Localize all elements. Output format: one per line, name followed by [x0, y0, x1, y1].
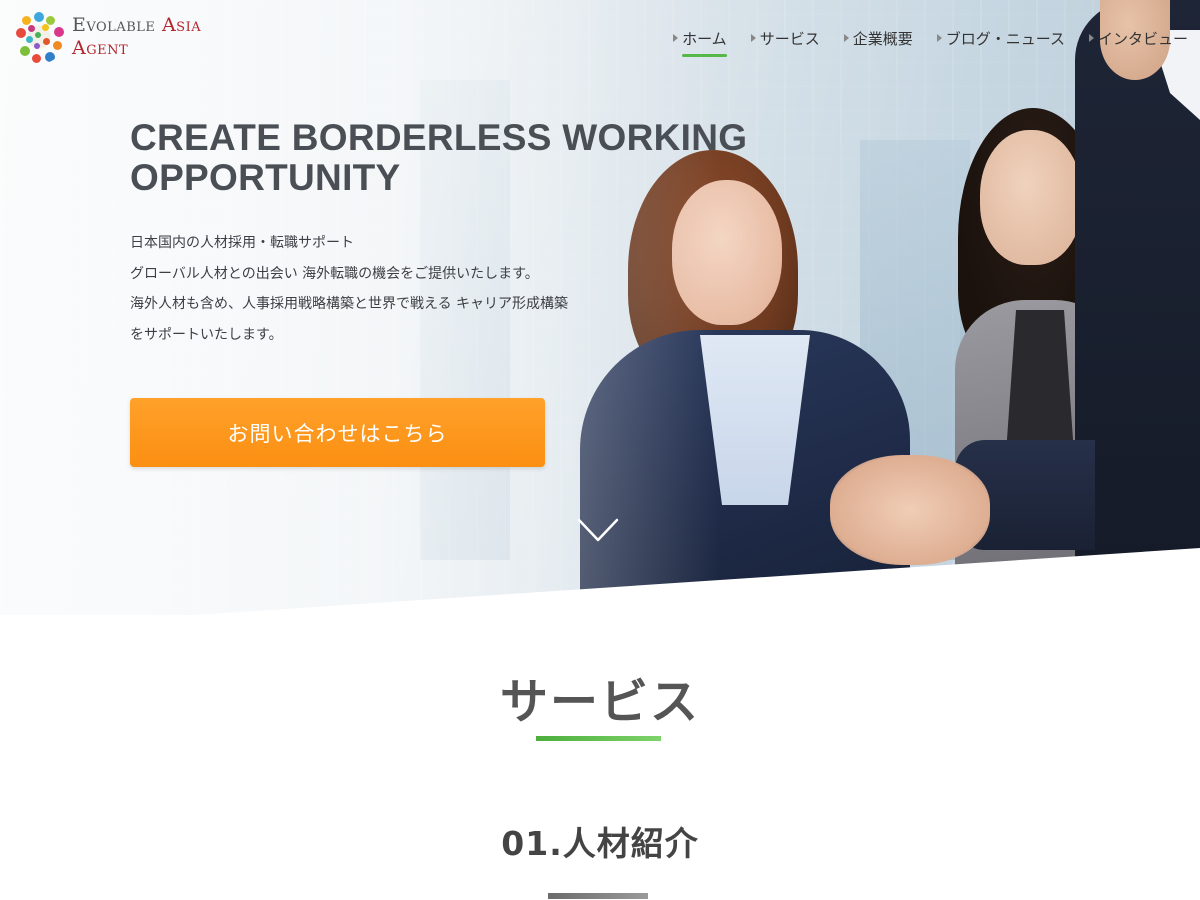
nav-item-label: サービス [759, 30, 820, 48]
hero-title: CREATE BORDERLESS WORKING OPPORTUNITY [130, 117, 748, 198]
logo-word-agent: Agent [72, 37, 129, 59]
caret-right-icon [1088, 34, 1094, 42]
nav-item-home[interactable]: ホーム [661, 28, 739, 57]
hero-description-line: グローバル人材との出会い 海外転職の機会をご提供いたします。 [130, 265, 539, 282]
hero-description: 日本国内の人材採用・転職サポート グローバル人材との出会い 海外転職の機会をご提… [130, 228, 630, 350]
caret-right-icon [936, 34, 942, 42]
nav-item-company[interactable]: 企業概要 [832, 28, 925, 56]
site-logo[interactable]: Evolable Asia Agent [12, 10, 252, 64]
nav-item-blog[interactable]: ブログ・ニュース [925, 28, 1077, 56]
contact-cta-button[interactable]: お問い合わせはこちら [130, 398, 545, 467]
nav-item-label: インタビュー [1097, 30, 1188, 48]
hero-description-line: 日本国内の人材採用・転職サポート [130, 235, 354, 251]
nav-item-services[interactable]: サービス [739, 28, 832, 56]
nav-item-label: ホーム [682, 28, 727, 57]
nav-item-interview[interactable]: インタビュー [1077, 28, 1200, 56]
woman-2-face [980, 130, 1082, 265]
service-item-title: 01.人材紹介 [501, 824, 699, 863]
section-title-underline [536, 736, 661, 741]
logo-word-evolable: Evolable [72, 14, 156, 36]
main-nav: ホーム サービス 企業概要 ブログ・ニュース インタビュー [661, 28, 1200, 57]
logo-wordmark: Evolable Asia Agent [72, 16, 201, 58]
caret-right-icon [843, 34, 849, 42]
page: Evolable Asia Agent ホーム サービス 企業概要 ブログ・ニュ… [0, 0, 1200, 900]
handshake [830, 455, 990, 565]
chevron-down-icon[interactable] [577, 516, 619, 544]
logo-word-asia: Asia [161, 14, 202, 36]
caret-right-icon [673, 34, 679, 42]
service-title-underline [548, 893, 648, 899]
hero-description-line: をサポートいたします。 [130, 326, 283, 343]
caret-right-icon [750, 34, 756, 42]
services-section-title: サービス [499, 674, 700, 730]
logo-globe-icon [12, 10, 66, 64]
nav-item-label: 企業概要 [852, 30, 913, 48]
nav-item-label: ブログ・ニュース [945, 30, 1065, 48]
hero-description-line: 海外人材も含め、人事採用戦略構築と世界で戦える キャリア形成構築 [130, 296, 569, 312]
